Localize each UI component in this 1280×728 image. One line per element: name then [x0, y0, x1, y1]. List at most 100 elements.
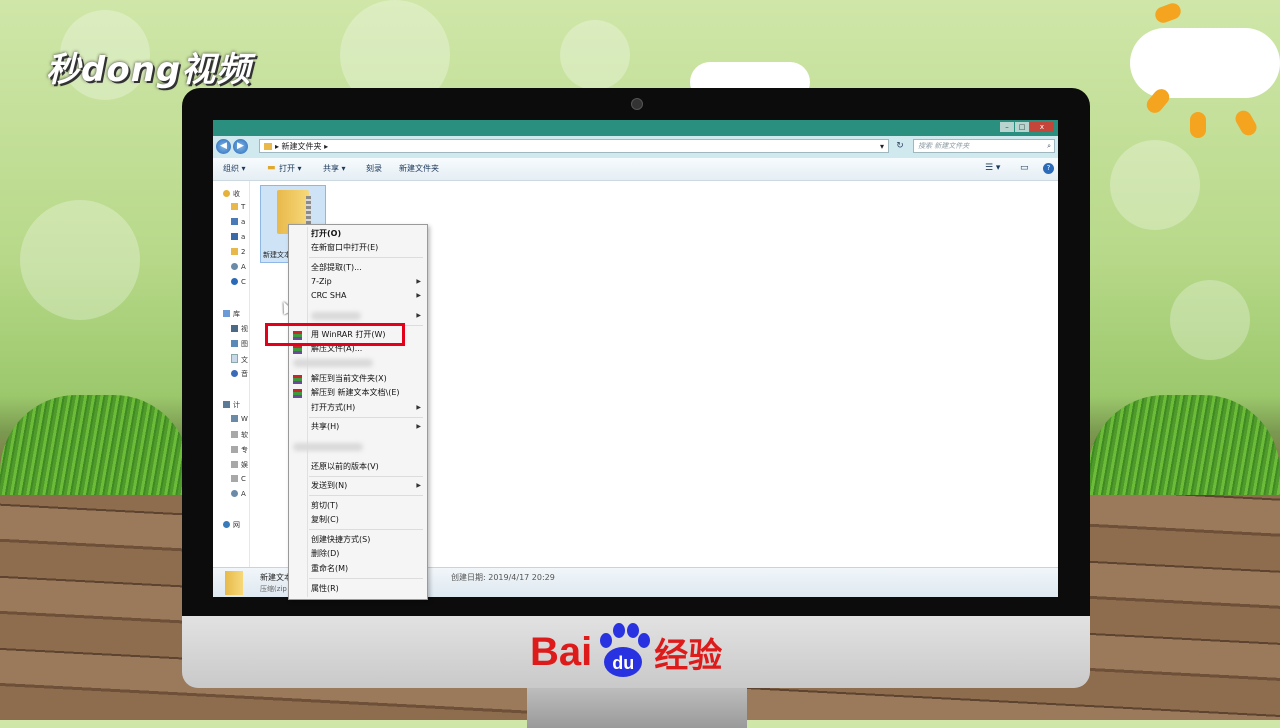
- navigation-pane: 收 T a a 2 A C 库 视 图 文 音 计 W 软 专 娱 C A 网: [213, 181, 250, 567]
- forward-button[interactable]: ▶: [233, 139, 248, 154]
- menu-item-rename[interactable]: 重命名(M): [311, 563, 348, 575]
- menu-item-copy[interactable]: 复制(C): [311, 514, 339, 526]
- open-menu[interactable]: 打开 ▾: [279, 163, 302, 174]
- menu-item-send-to[interactable]: 发送到(N): [311, 480, 347, 492]
- submenu-arrow-icon: ▶: [416, 292, 421, 299]
- submenu-arrow-icon: ▶: [416, 423, 421, 430]
- paw-toe: [600, 633, 613, 648]
- submenu-arrow-icon: ▶: [416, 312, 421, 319]
- address-dropdown-icon[interactable]: ▾: [880, 140, 884, 154]
- nav-item[interactable]: 音: [231, 369, 248, 379]
- nav-item[interactable]: 视: [231, 324, 248, 334]
- drive-icon: [231, 461, 238, 468]
- open-folder-icon: ▬: [267, 163, 276, 173]
- close-button[interactable]: x: [1030, 122, 1054, 132]
- cloud: [1130, 28, 1280, 98]
- menu-separator: [309, 257, 423, 258]
- folder-icon: [231, 248, 238, 255]
- nav-item-computer[interactable]: 计: [223, 400, 240, 410]
- nav-item-label: C: [241, 278, 246, 286]
- address-bar[interactable]: ▸ 新建文件夹 ▸ ▾: [259, 139, 889, 153]
- network-icon: [231, 263, 238, 270]
- menu-item-open-with[interactable]: 打开方式(H): [311, 402, 355, 414]
- submenu-arrow-icon: ▶: [416, 482, 421, 489]
- address-path: ▸ 新建文件夹 ▸: [275, 142, 329, 151]
- file-name: 新建文本: [263, 251, 291, 259]
- grass-right: [1088, 395, 1280, 505]
- blurred-menu-item[interactable]: [311, 312, 361, 320]
- nav-item-favorites[interactable]: 收: [223, 189, 240, 199]
- menu-item-cut[interactable]: 剪切(T): [311, 500, 338, 512]
- nav-item[interactable]: 软: [231, 430, 248, 440]
- nav-item-label: A: [241, 490, 246, 498]
- nav-item[interactable]: W: [231, 415, 248, 423]
- blurred-menu-item[interactable]: [293, 359, 373, 367]
- help-icon[interactable]: ?: [1043, 163, 1054, 174]
- menu-item-extract-here[interactable]: 解压到当前文件夹(X): [311, 373, 387, 385]
- blurred-menu-item[interactable]: [293, 443, 363, 451]
- window-controls: – □ x: [1000, 122, 1054, 132]
- folder-icon: [264, 143, 272, 150]
- camera-icon: [631, 98, 643, 110]
- search-placeholder: 搜索 新建文件夹: [918, 142, 970, 150]
- nav-item[interactable]: 专: [231, 445, 248, 455]
- winrar-icon: [293, 389, 302, 398]
- music-icon: [231, 370, 238, 377]
- menu-item-crc-sha[interactable]: CRC SHA: [311, 290, 346, 302]
- menu-separator: [309, 417, 423, 418]
- nav-item[interactable]: 文: [231, 354, 248, 365]
- menu-item-delete[interactable]: 删除(D): [311, 548, 339, 560]
- nav-item-label: 库: [233, 310, 240, 318]
- menu-item-open[interactable]: 打开(O): [311, 228, 341, 240]
- nav-item[interactable]: C: [231, 278, 246, 286]
- nav-item-label: C: [241, 475, 246, 483]
- search-input[interactable]: 搜索 新建文件夹 ⌕: [913, 139, 1055, 153]
- menu-item-restore-versions[interactable]: 还原以前的版本(V): [311, 461, 379, 473]
- menu-item-extract-all[interactable]: 全部提取(T)...: [311, 262, 362, 274]
- nav-item[interactable]: a: [231, 233, 245, 241]
- highlight-box: [265, 323, 405, 346]
- menu-item-share[interactable]: 共享(H): [311, 421, 339, 433]
- nav-item-libraries[interactable]: 库: [223, 309, 240, 319]
- nav-item[interactable]: a: [231, 218, 245, 226]
- nav-item[interactable]: C: [231, 475, 246, 483]
- nav-item-label: a: [241, 233, 246, 241]
- bokeh-light: [560, 20, 630, 90]
- minimize-button[interactable]: –: [1000, 122, 1014, 132]
- new-folder-button[interactable]: 新建文件夹: [399, 163, 439, 174]
- nav-item-label: A: [241, 263, 246, 271]
- context-menu: 打开(O) 在新窗口中打开(E) 全部提取(T)... 7-Zip ▶ CRC …: [288, 224, 428, 600]
- refresh-button[interactable]: ↻: [893, 139, 907, 153]
- library-icon: [223, 310, 230, 317]
- menu-icon-gutter: [307, 227, 308, 597]
- menu-item-create-shortcut[interactable]: 创建快捷方式(S): [311, 534, 370, 546]
- nav-item-network[interactable]: 网: [223, 520, 240, 530]
- organize-menu[interactable]: 组织 ▾: [223, 163, 246, 174]
- nav-item-label: W: [241, 415, 248, 423]
- nav-item-label: 网: [233, 521, 240, 529]
- drive-icon: [231, 431, 238, 438]
- star-icon: [223, 190, 230, 197]
- paw-toe: [613, 623, 626, 638]
- preview-pane-icon[interactable]: ▭: [1020, 163, 1029, 173]
- nav-item[interactable]: A: [231, 263, 246, 271]
- network-icon: [231, 490, 238, 497]
- nav-item[interactable]: 2: [231, 248, 245, 256]
- video-logo: 秒dong视频: [46, 50, 252, 90]
- nav-item[interactable]: A: [231, 490, 246, 498]
- share-menu[interactable]: 共享 ▾: [323, 163, 346, 174]
- view-options-icon[interactable]: ☰ ▾: [985, 163, 1000, 173]
- menu-item-7zip[interactable]: 7-Zip: [311, 276, 332, 288]
- menu-item-properties[interactable]: 属性(R): [311, 583, 339, 595]
- maximize-button[interactable]: □: [1015, 122, 1029, 132]
- burn-button[interactable]: 刻录: [366, 163, 382, 174]
- nav-item[interactable]: T: [231, 203, 245, 211]
- nav-item[interactable]: 图: [231, 339, 248, 349]
- video-icon: [231, 325, 238, 332]
- back-button[interactable]: ◀: [216, 139, 231, 154]
- winrar-icon: [293, 345, 302, 354]
- menu-item-open-new-window[interactable]: 在新窗口中打开(E): [311, 242, 378, 254]
- folder-icon: [231, 203, 238, 210]
- nav-item[interactable]: 娱: [231, 460, 248, 470]
- menu-item-extract-to[interactable]: 解压到 新建文本文档\(E): [311, 387, 400, 399]
